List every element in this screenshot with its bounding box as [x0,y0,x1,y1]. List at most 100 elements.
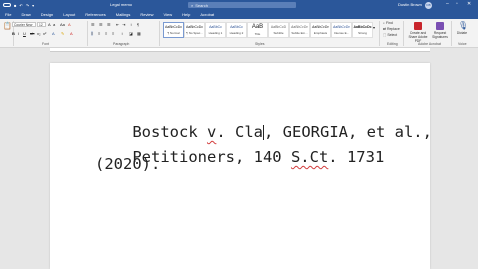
style-sample: AaBbCcDc [353,25,372,29]
select-icon: ⬚ [383,33,387,37]
show-marks-icon[interactable]: ¶ [137,22,139,27]
user-name[interactable]: Dustin Brown [398,2,422,7]
italic-icon[interactable]: I [18,31,19,36]
style-name: Strong [358,31,367,35]
style-subtle-emphasis[interactable]: AaBbCcDc Subtle Em... [289,22,310,38]
style-name: ¶ No Spac... [186,31,203,35]
subscript-icon[interactable]: x₂ [37,31,41,36]
line-spacing-icon[interactable]: ↕ [121,31,123,36]
bullets-icon[interactable]: ☰ [91,22,95,27]
change-case-icon[interactable]: Aa [60,22,65,27]
find-label: Find [385,21,393,25]
underline-icon[interactable]: U [23,31,26,36]
request-signatures-icon[interactable] [436,22,444,30]
clear-formatting-icon[interactable]: A [68,22,71,27]
replace-icon: ⇄ [383,27,386,31]
dictate-label[interactable]: Dictate [454,31,470,35]
voice-group-label: Voice [458,42,467,46]
style-subtitle[interactable]: AaBbCcD Subtitle [268,22,289,38]
font-color-icon[interactable]: A [70,31,73,36]
styles-scroll-icon[interactable]: ▾ [373,25,375,30]
justify-icon[interactable]: ≡ [112,31,114,36]
tab-mailings[interactable]: Mailings [111,10,136,19]
align-right-icon[interactable]: ≡ [105,31,107,36]
tab-help[interactable]: Help [177,10,195,19]
customize-toolbar-icon[interactable]: ▾ [32,3,34,8]
search-box[interactable]: ⌕ Search [188,2,296,8]
bold-icon[interactable]: B [12,31,15,36]
avatar[interactable]: DB [425,1,432,9]
text-effects-icon[interactable]: A [52,31,55,36]
style-name: Heading 2 [229,31,244,35]
style-normal[interactable]: AaBbCcDc ¶ Normal [163,22,184,38]
style-no-spacing[interactable]: AaBbCcDc ¶ No Spac... [184,22,205,38]
style-strong[interactable]: AaBbCcDc Strong [352,22,373,38]
tab-references[interactable]: References [80,10,110,19]
tab-layout[interactable]: Layout [58,10,80,19]
style-sample: AaBbCcDc [290,25,309,29]
tab-acrobat[interactable]: Acrobat [195,10,219,19]
style-heading-1[interactable]: AaBbCc Heading 1 [205,22,226,38]
align-left-icon[interactable]: ≡ [91,31,94,36]
style-emphasis[interactable]: AaBbCcDc Emphasis [310,22,331,38]
shrink-font-icon[interactable]: a [53,22,55,27]
title-bar: ■ ↶ ↷ ▾ Legal memo ⌕ Search Dustin Brown… [0,0,478,10]
close-icon[interactable]: ✕ [467,1,471,7]
ruler [0,48,478,52]
style-title[interactable]: AaB Title [247,22,268,38]
document-title[interactable]: Legal memo [110,2,132,7]
document-line-3[interactable]: (2020). [95,155,160,173]
tab-file[interactable]: File [0,10,16,19]
style-sample: AaBbCcDc [311,25,330,29]
create-pdf-icon[interactable] [414,22,422,30]
select-label: Select [387,33,398,37]
strikethrough-icon[interactable]: ab [30,31,34,36]
style-name: Subtitle [273,31,284,35]
minimize-icon[interactable]: – [446,1,449,7]
style-name: Title [254,32,261,36]
style-sample: AaBbCcD [270,25,287,29]
editing-group-label: Editing [387,42,398,46]
style-heading-2[interactable]: AaBbCc Heading 2 [226,22,247,38]
save-icon[interactable]: ■ [14,3,16,8]
style-name: Emphasis [313,31,328,35]
highlight-icon[interactable]: ✎ [61,31,64,36]
font-group-label: Font [42,42,50,46]
styles-group-label: Styles [255,42,265,46]
align-center-icon[interactable]: ≡ [98,31,100,36]
document-page[interactable]: Bostock v. Cla, GEORGIA, et al., Petitio… [50,63,432,269]
borders-icon[interactable]: ▦ [137,31,141,36]
shading-icon[interactable]: ◪ [129,31,133,36]
spelling-error-sct[interactable]: S.Ct [291,148,328,166]
multilevel-list-icon[interactable]: ☰ [107,22,111,27]
replace-button[interactable]: ⇄ Replace [383,27,400,31]
style-sample: AaBbCc [209,25,222,29]
paste-icon[interactable]: 📋 [3,22,12,30]
decrease-indent-icon[interactable]: ⇤ [116,22,119,27]
increase-indent-icon[interactable]: ⇥ [122,22,125,27]
maximize-icon[interactable]: ▫ [456,1,458,7]
request-signatures-label[interactable]: Request Signatures [431,31,449,39]
grow-font-icon[interactable]: A [48,22,51,27]
tab-design[interactable]: Design [36,10,58,19]
find-button[interactable]: ⌕ Find [383,21,393,25]
microphone-icon[interactable]: 🎙 [458,21,468,30]
numbering-icon[interactable]: ☰ [99,22,103,27]
select-button[interactable]: ⬚ Select [383,33,397,37]
style-intense-emphasis[interactable]: AaBbCcDc Intense E... [331,22,352,38]
font-name-dropdown[interactable]: Courier New [12,22,36,27]
tab-review[interactable]: Review [135,10,158,19]
autosave-toggle[interactable] [3,3,11,7]
sort-icon[interactable]: ↕ [130,22,132,27]
ribbon: 📋 Courier New 12 A a Aa A B I U ab x₂ x²… [0,19,478,48]
redo-icon[interactable]: ↷ [26,3,29,8]
search-placeholder: Search [195,2,208,8]
tab-view[interactable]: View [159,10,178,19]
font-size-dropdown[interactable]: 12 [37,22,46,27]
ruler-track[interactable] [50,48,430,52]
tab-draw[interactable]: Draw [16,10,35,19]
superscript-icon[interactable]: x² [43,31,46,36]
group-separator [451,21,452,46]
undo-icon[interactable]: ↶ [19,3,22,8]
style-sample: AaBbCcDc [164,25,183,29]
